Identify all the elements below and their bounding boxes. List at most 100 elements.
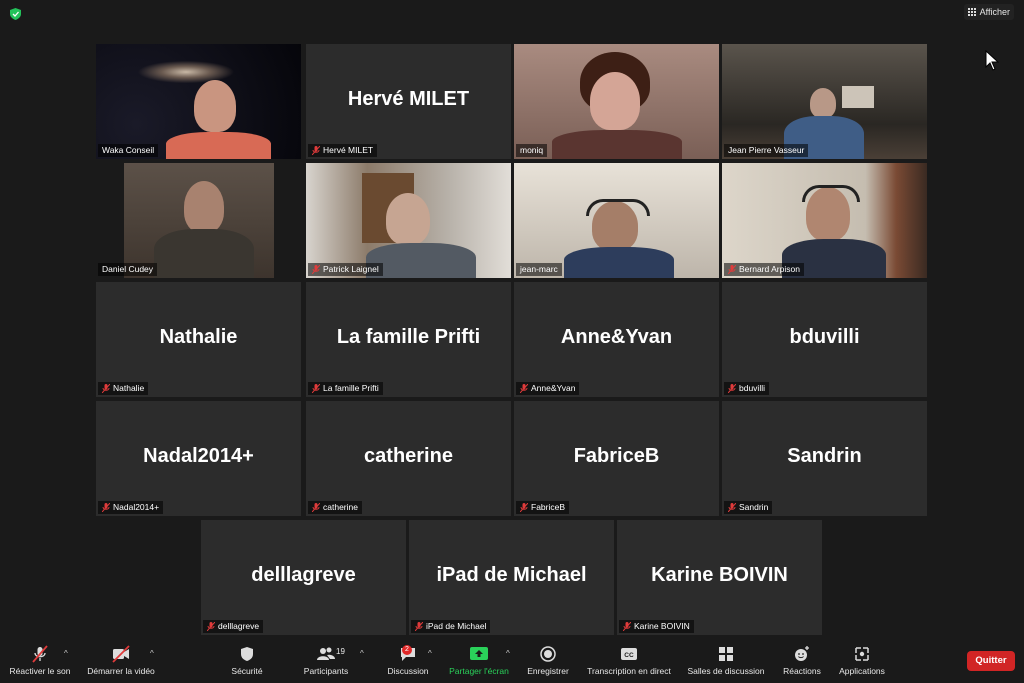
- participant-tile-herve-milet[interactable]: Hervé MILET Hervé MILET: [306, 44, 511, 159]
- participants-count: 19: [336, 647, 345, 656]
- video-tile-daniel-cudey[interactable]: Daniel Cudey: [96, 163, 301, 278]
- participant-tile[interactable]: La famille Prifti La famille Prifti: [306, 282, 511, 397]
- apps-button[interactable]: Applications: [834, 645, 890, 676]
- participant-body: [564, 247, 674, 278]
- mic-muted-icon: [520, 503, 528, 512]
- chat-unread-badge: 2: [402, 645, 412, 655]
- participant-body: [552, 130, 682, 159]
- participant-nametag: bduvilli: [724, 382, 769, 395]
- smiley-plus-icon: [795, 646, 809, 661]
- mic-muted-icon: [207, 622, 215, 631]
- share-options-caret[interactable]: ^: [506, 649, 510, 658]
- participant-display-name: Sandrin: [787, 445, 862, 467]
- participant-tile[interactable]: Karine BOIVIN Karine BOIVIN: [617, 520, 822, 635]
- participant-nametag: FabriceB: [516, 501, 570, 514]
- top-bar: Afficher: [0, 0, 1024, 26]
- people-icon: [317, 647, 335, 660]
- participant-nametag: jean-marc: [516, 263, 562, 276]
- participant-nametag: Karine BOIVIN: [619, 620, 694, 633]
- closed-captions-icon: CC: [621, 648, 637, 660]
- participant-display-name: iPad de Michael: [436, 564, 587, 586]
- video-tile-jean-marc[interactable]: jean-marc: [514, 163, 719, 278]
- share-screen-button[interactable]: Partager l'écran: [444, 645, 514, 676]
- participant-tile[interactable]: Sandrin Sandrin: [722, 401, 927, 516]
- video-tile-bernard-arpison[interactable]: Bernard Arpison: [722, 163, 927, 278]
- security-button[interactable]: Sécurité: [222, 645, 272, 676]
- participant-nametag: catherine: [308, 501, 362, 514]
- start-video-button[interactable]: Démarrer la vidéo: [82, 645, 160, 676]
- participant-display-name: Nathalie: [159, 326, 238, 348]
- meeting-toolbar: Réactiver le son ^ Démarrer la vidéo ^ S…: [0, 641, 1024, 683]
- svg-text:CC: CC: [624, 652, 634, 659]
- participant-nametag: Bernard Arpison: [724, 263, 804, 276]
- video-tile-jean-pierre-vasseur[interactable]: Jean Pierre Vasseur: [722, 44, 927, 159]
- participant-tile[interactable]: iPad de Michael iPad de Michael: [409, 520, 614, 635]
- mic-muted-icon: [728, 265, 736, 274]
- mic-muted-icon: [623, 622, 631, 631]
- participant-nametag: Patrick Laignel: [308, 263, 383, 276]
- video-tile-waka-conseil[interactable]: Waka Conseil: [96, 44, 301, 159]
- shield-check-icon[interactable]: [10, 8, 21, 20]
- chat-options-caret[interactable]: ^: [428, 649, 432, 658]
- participant-tile[interactable]: FabriceB FabriceB: [514, 401, 719, 516]
- video-options-caret[interactable]: ^: [150, 649, 154, 658]
- participants-button[interactable]: 19 Participants: [298, 645, 354, 676]
- mic-muted-icon: [415, 622, 423, 631]
- participant-nametag: La famille Prifti: [308, 382, 383, 395]
- participant-display-name: FabriceB: [573, 445, 660, 467]
- participant-nametag: moniq: [516, 144, 548, 157]
- participant-tile[interactable]: Anne&Yvan Anne&Yvan: [514, 282, 719, 397]
- participant-tile[interactable]: Nathalie Nathalie: [96, 282, 301, 397]
- live-transcription-button[interactable]: CC Transcription en direct: [582, 645, 676, 676]
- video-tile-moniq[interactable]: moniq: [514, 44, 719, 159]
- video-tile-patrick-laignel[interactable]: Patrick Laignel: [306, 163, 511, 278]
- mouse-cursor-icon: [985, 50, 999, 71]
- view-button-label: Afficher: [979, 7, 1010, 17]
- mic-muted-icon: [102, 384, 110, 393]
- record-button[interactable]: Enregistrer: [522, 645, 574, 676]
- participant-display-name: Nadal2014+: [143, 445, 254, 467]
- participant-display-name: La famille Prifti: [336, 326, 481, 348]
- breakout-rooms-button[interactable]: Salles de discussion: [684, 645, 768, 676]
- reactions-button[interactable]: Réactions: [778, 645, 826, 676]
- participant-tile[interactable]: delllagreve delllagreve: [201, 520, 406, 635]
- participant-nametag: iPad de Michael: [411, 620, 491, 633]
- headset-icon: [586, 199, 650, 216]
- participant-nametag: Waka Conseil: [98, 144, 159, 157]
- participant-tile[interactable]: bduvilli bduvilli: [722, 282, 927, 397]
- mic-muted-icon: [520, 384, 528, 393]
- participant-tile[interactable]: catherine catherine: [306, 401, 511, 516]
- participant-display-name: Anne&Yvan: [560, 326, 673, 348]
- mic-muted-icon: [728, 503, 736, 512]
- record-icon: [540, 646, 556, 662]
- share-screen-icon: [470, 647, 488, 660]
- apps-icon: [855, 647, 869, 661]
- participant-tile[interactable]: Nadal2014+ Nadal2014+: [96, 401, 301, 516]
- participant-body: [154, 229, 254, 278]
- participant-face: [194, 80, 236, 132]
- mic-muted-icon: [312, 146, 320, 155]
- participant-display-name: Hervé MILET: [347, 88, 470, 110]
- audio-options-caret[interactable]: ^: [64, 649, 68, 658]
- participant-display-name: catherine: [364, 445, 453, 467]
- participant-nametag: Nathalie: [98, 382, 149, 395]
- quit-meeting-button[interactable]: Quitter: [967, 651, 1015, 671]
- participants-options-caret[interactable]: ^: [360, 649, 364, 658]
- chat-button[interactable]: 2 Discussion: [384, 645, 432, 676]
- mic-muted-icon: [32, 645, 48, 663]
- mic-muted-icon: [312, 503, 320, 512]
- participant-body: [166, 132, 271, 159]
- participant-face: [386, 193, 430, 245]
- video-off-icon: [112, 645, 130, 663]
- participant-nametag: Sandrin: [724, 501, 773, 514]
- headset-icon: [802, 185, 860, 202]
- participant-nametag: Hervé MILET: [308, 144, 378, 157]
- view-button[interactable]: Afficher: [963, 4, 1014, 20]
- participant-face: [810, 88, 836, 118]
- participant-display-name: bduvilli: [789, 326, 860, 348]
- participant-face: [184, 181, 224, 233]
- participant-nametag: Jean Pierre Vasseur: [724, 144, 809, 157]
- participant-display-name: delllagreve: [251, 564, 356, 586]
- participant-nametag: Anne&Yvan: [516, 382, 580, 395]
- shield-icon: [241, 647, 253, 661]
